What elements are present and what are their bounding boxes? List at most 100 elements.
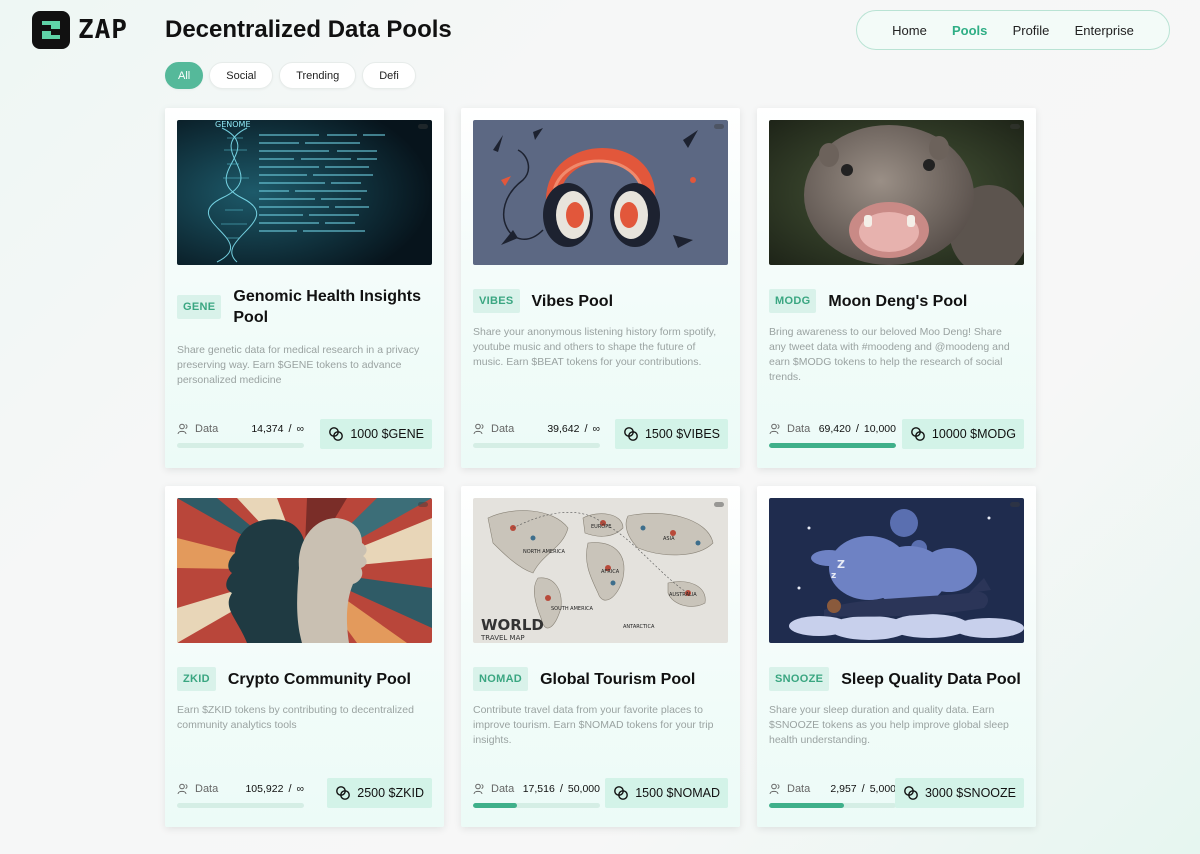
filter-trending[interactable]: Trending [279, 62, 357, 89]
pool-tag: SNOOZE [769, 667, 830, 691]
pool-stats: Data 2,957 / 5,000 [769, 781, 896, 808]
data-separator: / [288, 423, 292, 435]
data-label: Data [491, 783, 515, 795]
progress-bar [769, 443, 896, 448]
data-separator: / [584, 423, 588, 435]
pool-card-nomad[interactable]: NORTH AMERICA EUROPE ASIA AFRICA SOUTH A… [461, 486, 740, 827]
data-count: 2,957 [830, 783, 857, 795]
svg-text:TRAVEL MAP: TRAVEL MAP [480, 634, 525, 642]
svg-text:AFRICA: AFRICA [601, 569, 620, 575]
data-label: Data [787, 423, 811, 435]
data-separator: / [559, 783, 563, 795]
nav-profile[interactable]: Profile [1013, 23, 1050, 38]
svg-text:GENOME: GENOME [215, 120, 251, 129]
svg-text:z: z [831, 571, 836, 581]
two-heads-silhouette-icon [177, 498, 432, 643]
pool-stats: Data 17,516 / 50,000 [473, 781, 600, 808]
sleeping-person-moon-icon: zZ [769, 498, 1024, 643]
data-max: ∞ [296, 783, 305, 795]
progress-fill [769, 443, 896, 448]
pool-title: Global Tourism Pool [540, 670, 696, 688]
svg-text:EUROPE: EUROPE [591, 524, 611, 530]
reward-button[interactable]: 1500 $VIBES [614, 419, 728, 449]
pool-card-vibes[interactable]: VIBES Vibes Pool Share your anonymous li… [461, 108, 740, 468]
reward-label: 2500 $ZKID [357, 786, 424, 800]
reward-button[interactable]: 1000 $GENE [320, 419, 432, 449]
reward-button[interactable]: 1500 $NOMAD [605, 778, 728, 808]
data-max: 5,000 [869, 783, 896, 795]
nav-enterprise[interactable]: Enterprise [1075, 23, 1134, 38]
data-separator: / [855, 423, 859, 435]
data-separator: / [288, 783, 292, 795]
pool-card-gene[interactable]: GENOME GENE Genomic Health Insights Pool… [165, 108, 444, 468]
image-badge [1010, 502, 1020, 507]
pool-title: Crypto Community Pool [227, 670, 411, 688]
title-row: GENE Genomic Health Insights Pool [177, 286, 437, 328]
data-max: ∞ [296, 423, 305, 435]
reward-label: 1500 $VIBES [644, 427, 720, 441]
progress-bar [177, 443, 304, 448]
filter-defi[interactable]: Defi [362, 62, 416, 89]
title-row: SNOOZE Sleep Quality Data Pool [769, 667, 1029, 691]
pool-description: Share your sleep duration and quality da… [769, 704, 1009, 746]
users-icon [769, 783, 780, 795]
svg-text:Z: Z [837, 558, 845, 571]
data-count: 17,516 [522, 783, 555, 795]
zap-logo-icon [32, 11, 70, 49]
pool-tag: NOMAD [473, 667, 529, 691]
data-label: Data [195, 783, 219, 795]
title-row: VIBES Vibes Pool [473, 289, 733, 313]
data-max: 10,000 [863, 423, 896, 435]
svg-text:AUSTRALIA: AUSTRALIA [669, 592, 697, 598]
pool-title: Genomic Health Insights Pool [233, 288, 421, 326]
coins-icon [624, 427, 638, 441]
reward-button[interactable]: 2500 $ZKID [327, 778, 432, 808]
pool-description: Contribute travel data from your favorit… [473, 704, 714, 746]
nav-home[interactable]: Home [892, 23, 927, 38]
title-row: NOMAD Global Tourism Pool [473, 667, 733, 691]
filter-all[interactable]: All [165, 62, 204, 89]
users-icon [177, 783, 188, 795]
pool-card-zkid[interactable]: ZKID Crypto Community Pool Earn $ZKID to… [165, 486, 444, 827]
users-icon [769, 423, 780, 435]
progress-fill [473, 803, 518, 808]
pool-title: Vibes Pool [531, 292, 614, 310]
hippo-photo [769, 120, 1024, 265]
pool-tag: ZKID [177, 667, 216, 691]
filter-social[interactable]: Social [209, 62, 274, 89]
progress-bar [473, 803, 600, 808]
pool-stats: Data 39,642 / ∞ [473, 421, 600, 448]
svg-text:ANTARCTICA: ANTARCTICA [623, 624, 655, 630]
page-title: Decentralized Data Pools [165, 16, 452, 43]
pool-card-modg[interactable]: MODG Moon Deng's Pool Bring awareness to… [757, 108, 1036, 468]
reward-button[interactable]: 3000 $SNOOZE [894, 778, 1024, 808]
svg-text:WORLD: WORLD [481, 616, 544, 634]
users-icon [177, 423, 188, 435]
nav-pools[interactable]: Pools [952, 23, 987, 38]
data-count: 105,922 [245, 783, 284, 795]
pool-title: Moon Deng's Pool [828, 292, 968, 310]
data-label: Data [787, 783, 811, 795]
reward-button[interactable]: 10000 $MODG [901, 419, 1024, 449]
pool-stats: Data 105,922 / ∞ [177, 781, 304, 808]
top-nav: Home Pools Profile Enterprise [856, 10, 1170, 50]
logo[interactable]: ZAP [32, 11, 128, 49]
data-count: 39,642 [547, 423, 580, 435]
pool-tag: VIBES [473, 289, 520, 313]
pool-tag: MODG [769, 289, 817, 313]
data-max: ∞ [592, 423, 601, 435]
image-badge [418, 502, 428, 507]
svg-text:NORTH AMERICA: NORTH AMERICA [523, 549, 566, 555]
users-icon [473, 423, 484, 435]
headphones-icon [473, 120, 728, 265]
progress-bar [177, 803, 304, 808]
svg-text:ASIA: ASIA [663, 536, 675, 542]
svg-text:SOUTH AMERICA: SOUTH AMERICA [551, 606, 594, 612]
data-label: Data [491, 423, 515, 435]
pool-tag: GENE [177, 295, 222, 319]
coins-icon [329, 427, 344, 441]
header: ZAP Decentralized Data Pools Home Pools … [0, 0, 1200, 60]
coins-icon [911, 427, 925, 441]
pool-card-snooze[interactable]: zZ SNOOZE Sleep Quality Data Pool Share … [757, 486, 1036, 827]
data-count: 14,374 [251, 423, 284, 435]
